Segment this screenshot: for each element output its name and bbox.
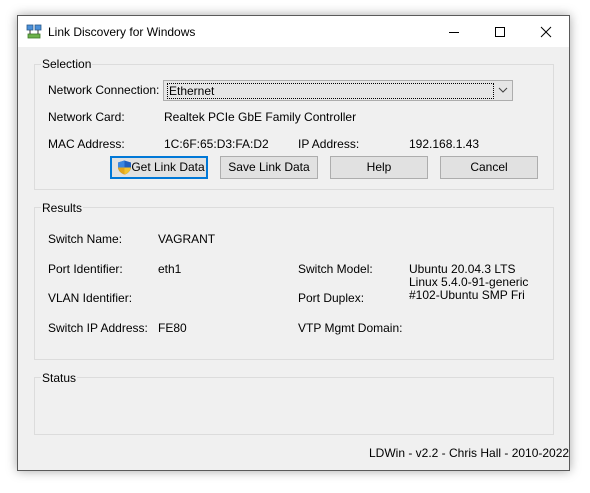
network-connection-label: Network Connection: <box>48 83 160 97</box>
get-link-data-button[interactable]: Get Link Data <box>110 156 208 179</box>
network-connection-dropdown[interactable]: Ethernet <box>163 80 513 101</box>
switch-name-label: Switch Name: <box>48 232 123 246</box>
help-button[interactable]: Help <box>330 156 428 179</box>
switch-ip-value: FE80 <box>158 321 187 335</box>
save-link-data-label: Save Link Data <box>228 160 310 174</box>
status-legend: Status <box>41 371 78 385</box>
maximize-button[interactable] <box>477 16 523 47</box>
get-link-data-label: Get Link Data <box>131 160 205 174</box>
network-card-label: Network Card: <box>48 110 125 124</box>
results-legend: Results <box>41 201 84 215</box>
vtp-mgmt-domain-label: VTP Mgmt Domain: <box>298 321 403 335</box>
close-icon <box>540 26 552 38</box>
vlan-identifier-label: VLAN Identifier: <box>48 291 133 305</box>
switch-model-line-1: Ubuntu 20.04.3 LTS <box>409 262 516 276</box>
mac-address-value: 1C:6F:65:D3:FA:D2 <box>164 137 269 151</box>
version-footer: LDWin - v2.2 - Chris Hall - 2010-2022 <box>369 446 570 460</box>
switch-ip-label: Switch IP Address: <box>48 321 148 335</box>
network-connection-value: Ethernet <box>167 83 494 99</box>
network-card-value: Realtek PCIe GbE Family Controller <box>164 110 357 124</box>
port-duplex-label: Port Duplex: <box>298 291 365 305</box>
network-icon <box>26 24 42 40</box>
cancel-button[interactable]: Cancel <box>440 156 538 179</box>
title-bar[interactable]: Link Discovery for Windows <box>18 16 569 47</box>
switch-model-line-2: Linux 5.4.0-91-generic <box>409 275 529 289</box>
switch-model-label: Switch Model: <box>298 262 373 276</box>
switch-model-line-3: #102-Ubuntu SMP Fri <box>409 288 525 302</box>
port-identifier-value: eth1 <box>158 262 182 276</box>
app-window: Link Discovery for Windows Selection Net… <box>17 15 570 471</box>
shield-icon <box>117 160 132 181</box>
ip-address-value: 192.168.1.43 <box>409 137 480 151</box>
minimize-icon <box>449 32 459 33</box>
save-link-data-button[interactable]: Save Link Data <box>220 156 318 179</box>
switch-name-value: VAGRANT <box>158 232 216 246</box>
help-label: Help <box>366 160 392 174</box>
status-group <box>34 377 554 435</box>
mac-address-label: MAC Address: <box>48 137 125 151</box>
cancel-label: Cancel <box>470 160 508 174</box>
window-title: Link Discovery for Windows <box>48 25 196 39</box>
selection-legend: Selection <box>41 57 93 71</box>
maximize-icon <box>495 27 505 37</box>
minimize-button[interactable] <box>431 16 477 47</box>
port-identifier-label: Port Identifier: <box>48 262 123 276</box>
chevron-down-icon <box>498 87 508 93</box>
close-button[interactable] <box>523 16 569 47</box>
ip-address-label: IP Address: <box>298 137 360 151</box>
